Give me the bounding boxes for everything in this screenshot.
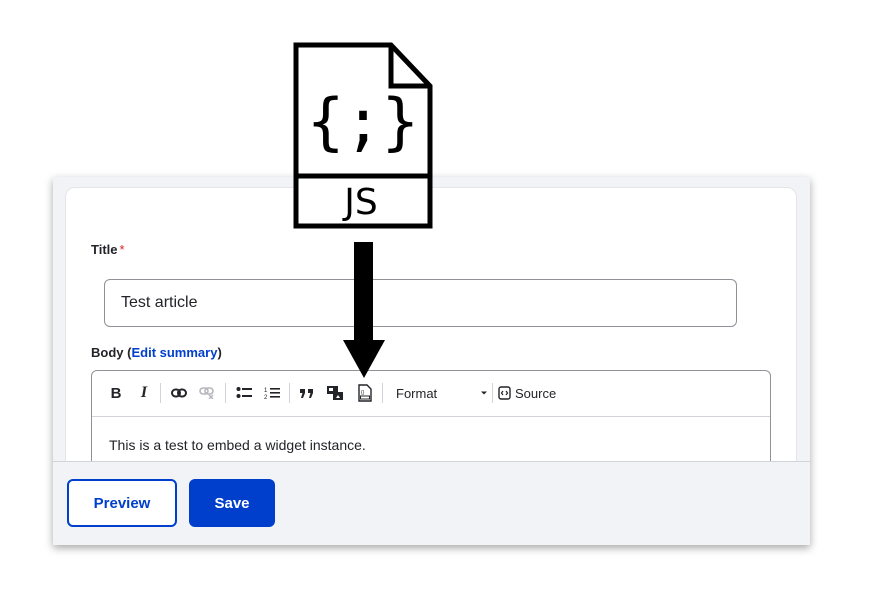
editor-content[interactable]: This is a test to embed a widget instanc… [109,437,366,453]
toolbar-separator [492,383,493,403]
unlink-button[interactable] [194,382,220,404]
toolbar-separator [382,383,383,403]
svg-text:{}: {} [361,390,365,396]
svg-text:1: 1 [264,388,268,394]
form-actions: Preview Save [53,461,810,545]
link-button[interactable] [166,382,192,404]
svg-text:2: 2 [264,395,268,400]
preview-button[interactable]: Preview [67,479,177,527]
chevron-down-icon [481,391,487,395]
save-button[interactable]: Save [189,479,275,527]
file-glyph: {;} [307,85,419,158]
format-dropdown[interactable]: Format [396,382,488,404]
blockquote-icon [300,389,313,398]
widget-embed-icon: {} [358,384,372,402]
bulleted-list-button[interactable] [232,382,256,404]
editor-toolbar: B I 12 {} Format Source [92,371,770,417]
title-input[interactable] [104,279,737,327]
media-embed-icon [327,386,343,400]
node-edit-form-screenshot: Title* Body (Edit summary) B I 12 [53,177,810,545]
bulleted-list-icon [236,387,252,398]
media-embed-button[interactable] [324,382,346,404]
numbered-list-button[interactable]: 12 [260,382,284,404]
edit-summary-link[interactable]: Edit summary [131,345,217,360]
source-icon [498,386,511,400]
numbered-list-icon: 12 [264,388,280,400]
title-label: Title * [91,242,125,257]
toolbar-separator [289,383,290,403]
bold-button[interactable]: B [108,382,124,404]
required-marker: * [119,242,125,257]
italic-button[interactable]: I [136,382,152,404]
toolbar-separator [225,383,226,403]
link-icon [171,388,187,398]
body-label: Body (Edit summary) [91,345,222,360]
blockquote-button[interactable] [296,382,318,404]
toolbar-separator [160,383,161,403]
unlink-icon [199,387,214,399]
widget-embed-button[interactable]: {} [354,382,376,404]
source-button[interactable]: Source [498,382,558,404]
